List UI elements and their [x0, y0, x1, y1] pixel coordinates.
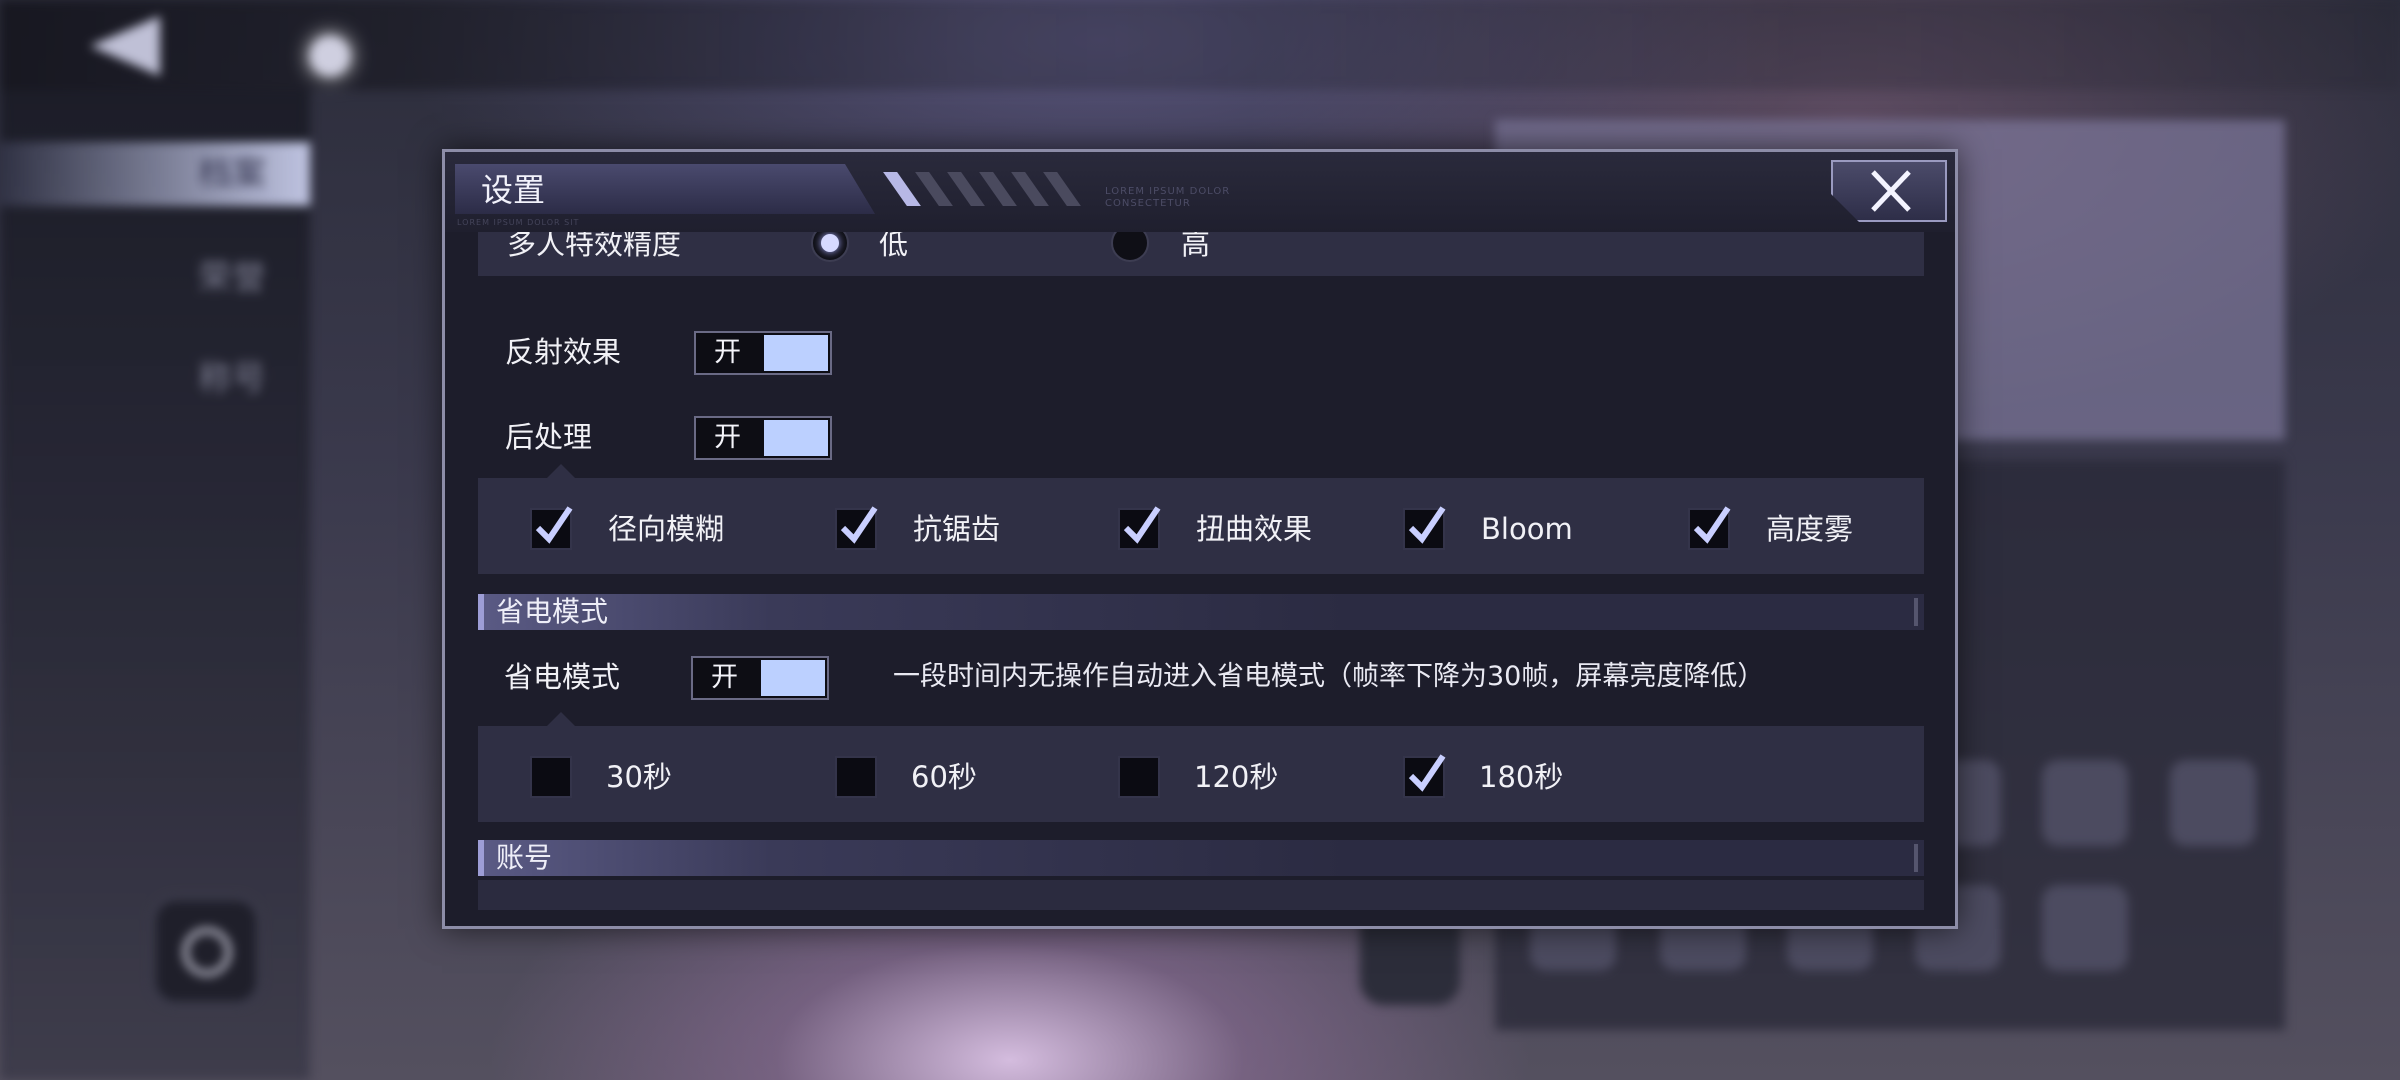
toggle-text: 开 [714, 337, 741, 368]
postprocess-toggle[interactable]: 开 [694, 416, 832, 460]
power-saving-toggle[interactable]: 开 [691, 656, 829, 700]
background-top-bar [0, 0, 2400, 90]
toggle-knob [761, 660, 825, 696]
checkmark-icon [535, 506, 573, 544]
background-tile [2170, 760, 2256, 846]
account-row [478, 880, 1924, 910]
background-nav-item: 荣誉 [198, 258, 266, 298]
postprocess-label: 后处理 [505, 420, 593, 454]
reflection-toggle[interactable]: 开 [694, 331, 832, 375]
settings-scroll-content[interactable]: 多人特效精度 低 高 反射效果 开 后处理 开 径向模糊 抗锯齿 扭曲效果 Bl… [445, 232, 1955, 926]
settings-dialog: 设置 LOREM IPSUM DOLOR CONSECTETUR LOREM I… [442, 149, 1958, 929]
background-tile [2042, 760, 2128, 846]
checkmark-icon [1408, 506, 1446, 544]
checkmark-icon [840, 506, 878, 544]
option-label: 60秒 [911, 760, 977, 794]
option-label: 抗锯齿 [913, 512, 1001, 546]
section-title: 省电模式 [496, 595, 609, 628]
option-label: 扭曲效果 [1196, 512, 1313, 546]
option-label: 高度雾 [1766, 512, 1854, 546]
power-saving-section-header: 省电模式 [478, 594, 1924, 630]
option-label: 径向模糊 [608, 512, 725, 546]
radio-low-label: 低 [879, 232, 909, 261]
multiplayer-effect-label: 多人特效精度 [507, 232, 682, 261]
option-label: Bloom [1481, 512, 1573, 546]
checkbox-30s[interactable] [530, 756, 572, 798]
option-label: 120秒 [1194, 760, 1279, 794]
header-stripes [883, 172, 1085, 206]
toggle-text: 开 [711, 662, 738, 693]
checkbox-anti-aliasing[interactable] [835, 506, 878, 550]
dialog-title: 设置 [481, 171, 546, 209]
checkmark-icon [1123, 506, 1161, 544]
checkmark-icon [1693, 506, 1731, 544]
power-saving-label: 省电模式 [504, 660, 621, 694]
background-nav-item: 档案 [0, 142, 310, 206]
checkbox-height-fog[interactable] [1688, 506, 1731, 550]
toggle-text: 开 [714, 422, 741, 453]
checkmark-icon [1408, 754, 1446, 792]
header-deco-text-small: LOREM IPSUM DOLOR SIT [457, 218, 580, 227]
header-deco-text: LOREM IPSUM DOLOR CONSECTETUR [1105, 186, 1231, 209]
row-pointer [547, 464, 575, 478]
section-end-mark [1914, 598, 1918, 626]
close-button[interactable] [1831, 160, 1947, 222]
radio-high-label: 高 [1181, 232, 1211, 261]
checkbox-120s[interactable] [1118, 756, 1160, 798]
back-icon [90, 16, 160, 76]
toggle-knob [764, 335, 828, 371]
background-nav-item: 称号 [198, 359, 266, 399]
close-icon [1871, 170, 1911, 212]
section-end-mark [1914, 844, 1918, 872]
option-label: 30秒 [606, 760, 672, 794]
power-saving-description: 一段时间内无操作自动进入省电模式（帧率下降为30帧，屏幕亮度降低） [893, 661, 1765, 692]
dialog-header: 设置 LOREM IPSUM DOLOR CONSECTETUR LOREM I… [445, 152, 1955, 232]
checkbox-60s[interactable] [835, 756, 877, 798]
toggle-knob [764, 420, 828, 456]
section-title: 账号 [496, 841, 553, 874]
checkbox-bloom[interactable] [1403, 506, 1446, 550]
settings-gear-icon [150, 895, 262, 1007]
account-section-header: 账号 [478, 840, 1924, 876]
checkbox-distortion[interactable] [1118, 506, 1161, 550]
option-label: 180秒 [1479, 760, 1564, 794]
background-glow-dot [310, 36, 350, 76]
checkbox-180s[interactable] [1403, 754, 1446, 798]
background-tile [2042, 885, 2128, 971]
reflection-label: 反射效果 [505, 335, 622, 369]
row-pointer [547, 712, 575, 726]
checkbox-radial-blur[interactable] [530, 506, 573, 550]
